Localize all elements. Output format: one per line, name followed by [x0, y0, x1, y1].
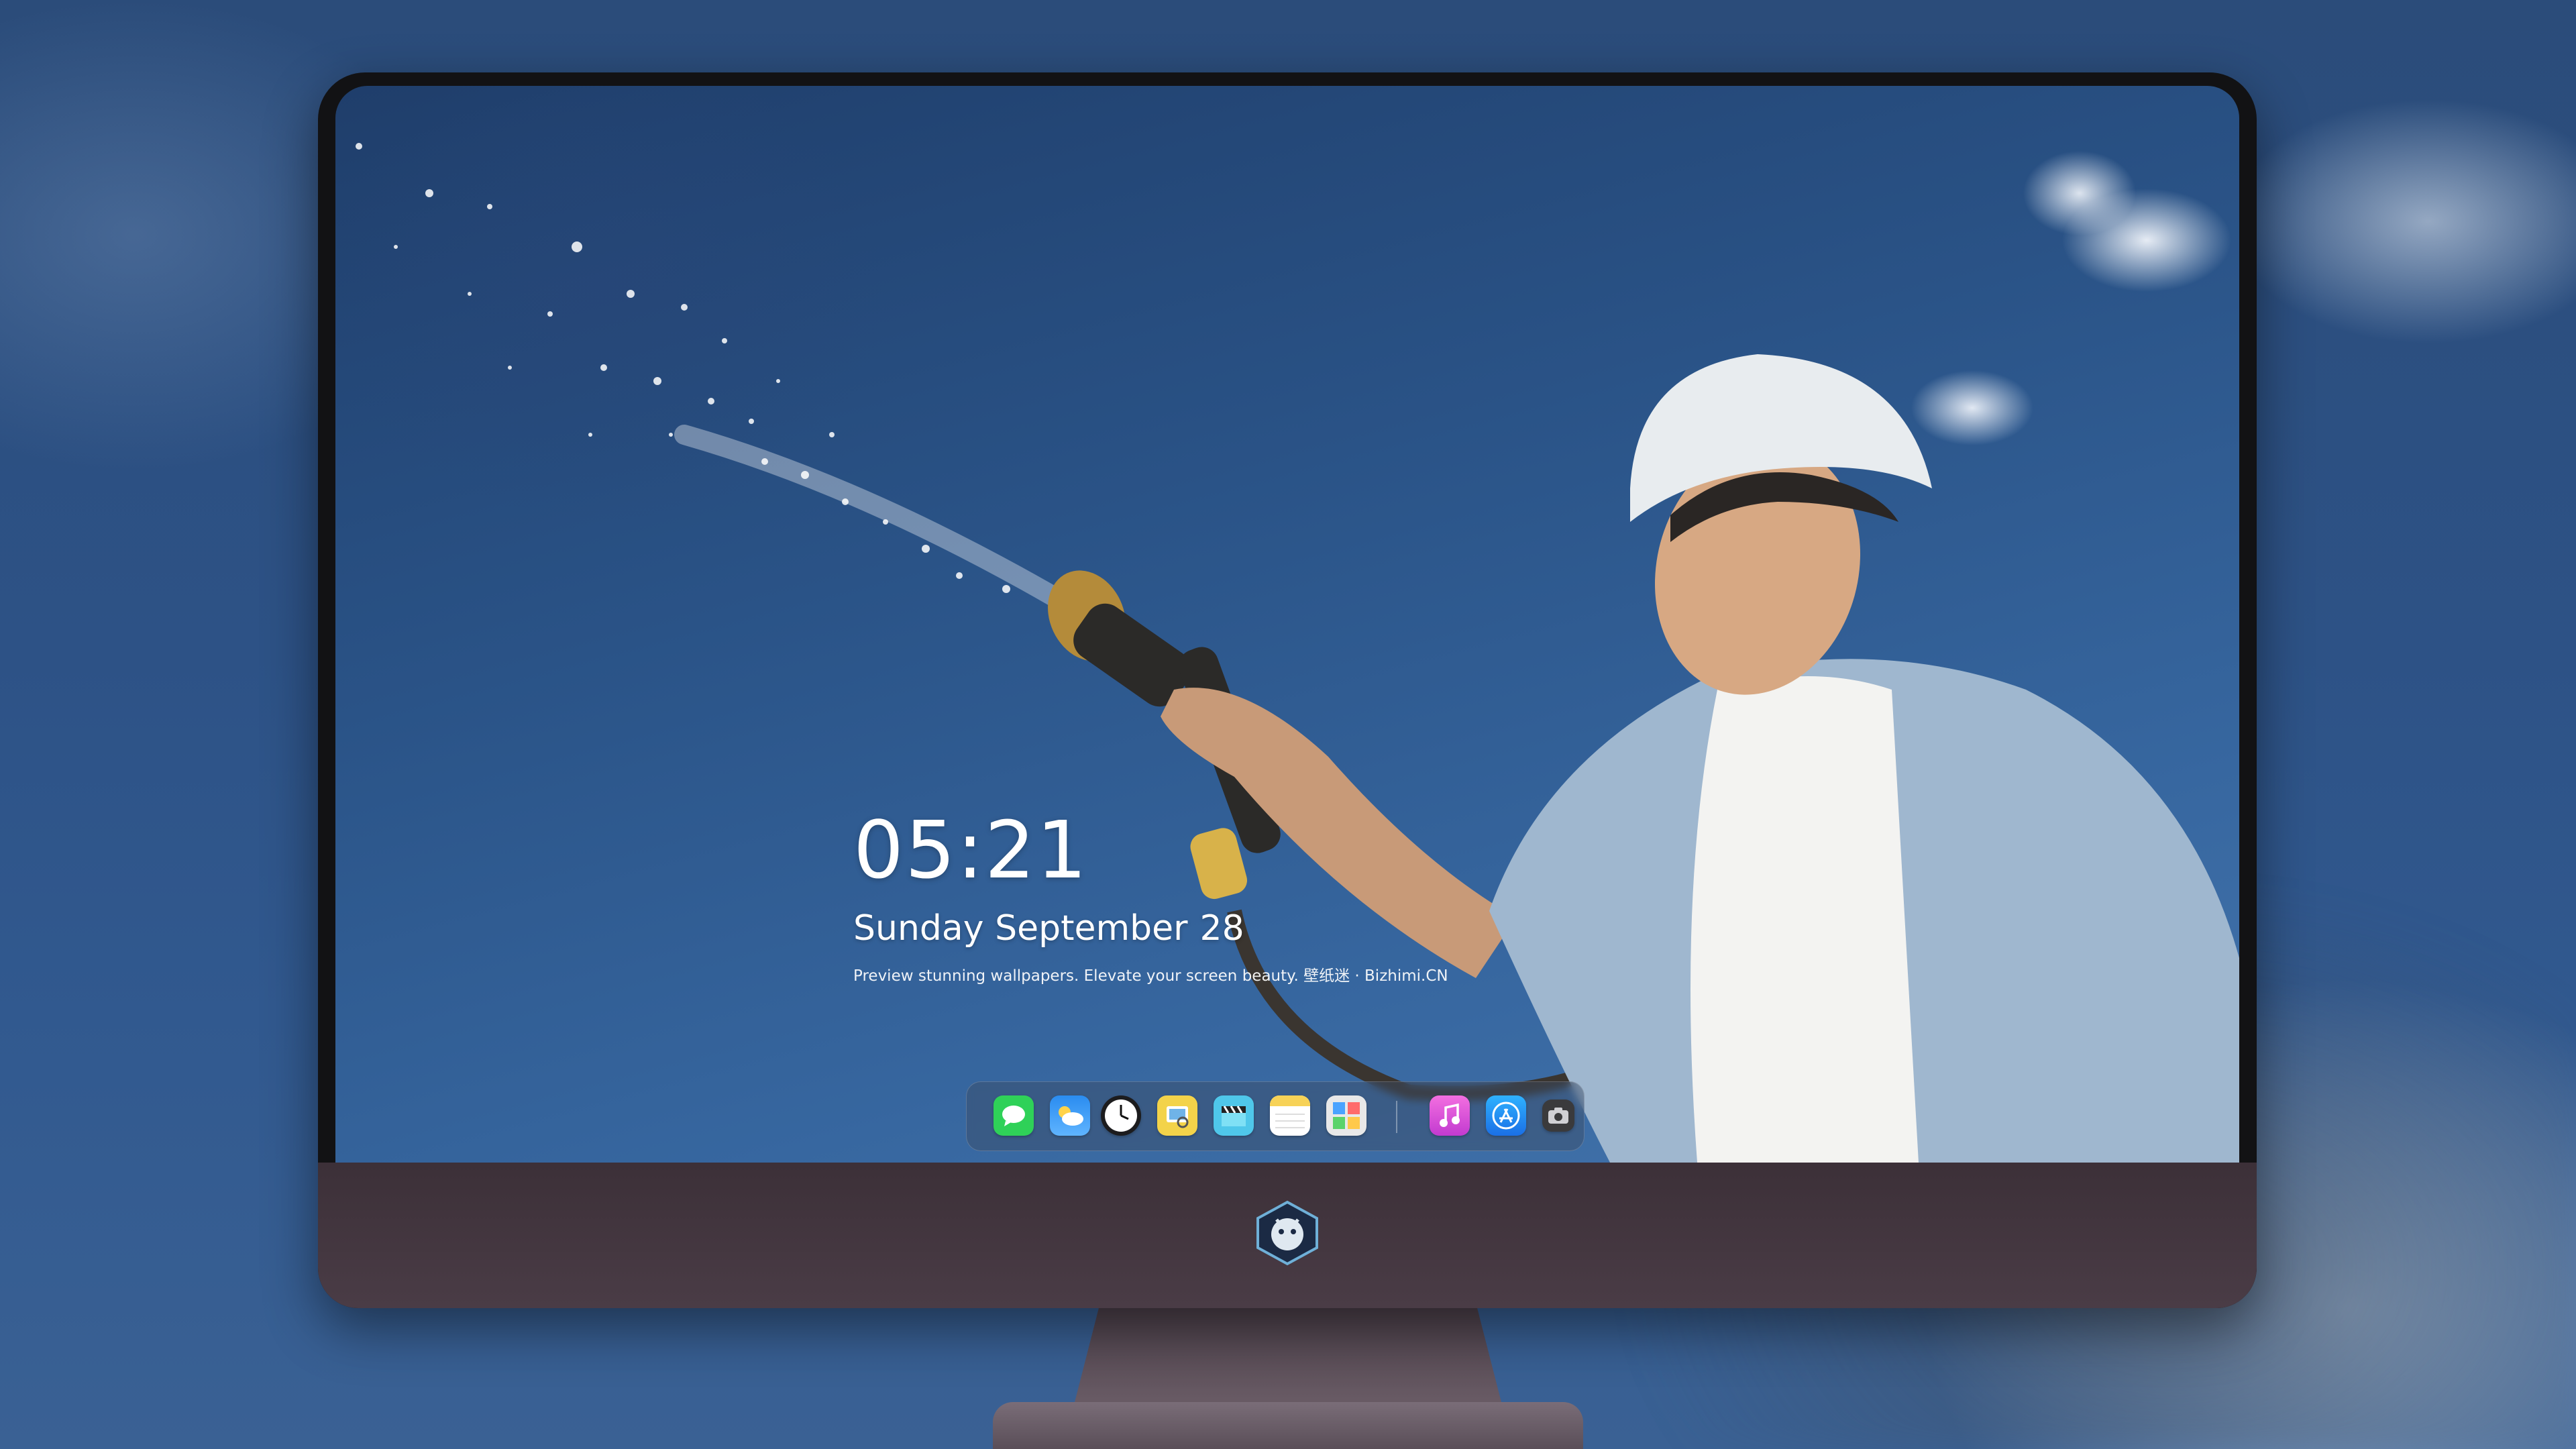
messages-icon[interactable] — [994, 1095, 1034, 1136]
lockscreen-clock: 05:21 Sunday September 28 Preview stunnin… — [853, 810, 1448, 984]
preview-icon[interactable] — [1157, 1095, 1197, 1136]
dock-separator — [1396, 1101, 1397, 1133]
app-store-icon[interactable] — [1486, 1095, 1526, 1136]
brand-logo-icon — [1256, 1200, 1318, 1266]
clock-icon[interactable] — [1101, 1095, 1141, 1136]
clock-weekday-month: Sunday September — [853, 908, 1188, 949]
photo-booth-icon[interactable] — [1326, 1095, 1366, 1136]
wallpaper-tagline: Preview stunning wallpapers. Elevate you… — [853, 967, 1448, 985]
notes-icon[interactable] — [1270, 1095, 1310, 1136]
camera-icon[interactable] — [1542, 1099, 1574, 1132]
weather-icon[interactable] — [1050, 1095, 1090, 1136]
clips-icon[interactable] — [1214, 1095, 1254, 1136]
clock-day: 28 — [1199, 908, 1244, 949]
clock-time: 05:21 — [853, 804, 1089, 896]
monitor-stand-base — [993, 1402, 1583, 1449]
wallpaper-photo — [356, 143, 2239, 1163]
screen-wallpaper: 05:21 Sunday September 28 Preview stunnin… — [335, 86, 2239, 1163]
dock — [966, 1081, 1585, 1151]
music-icon[interactable] — [1430, 1095, 1470, 1136]
clock-date: Sunday September 28 — [853, 911, 1448, 946]
monitor-stand-neck — [1073, 1307, 1503, 1407]
white-tshirt-graphic — [1690, 676, 1919, 1163]
